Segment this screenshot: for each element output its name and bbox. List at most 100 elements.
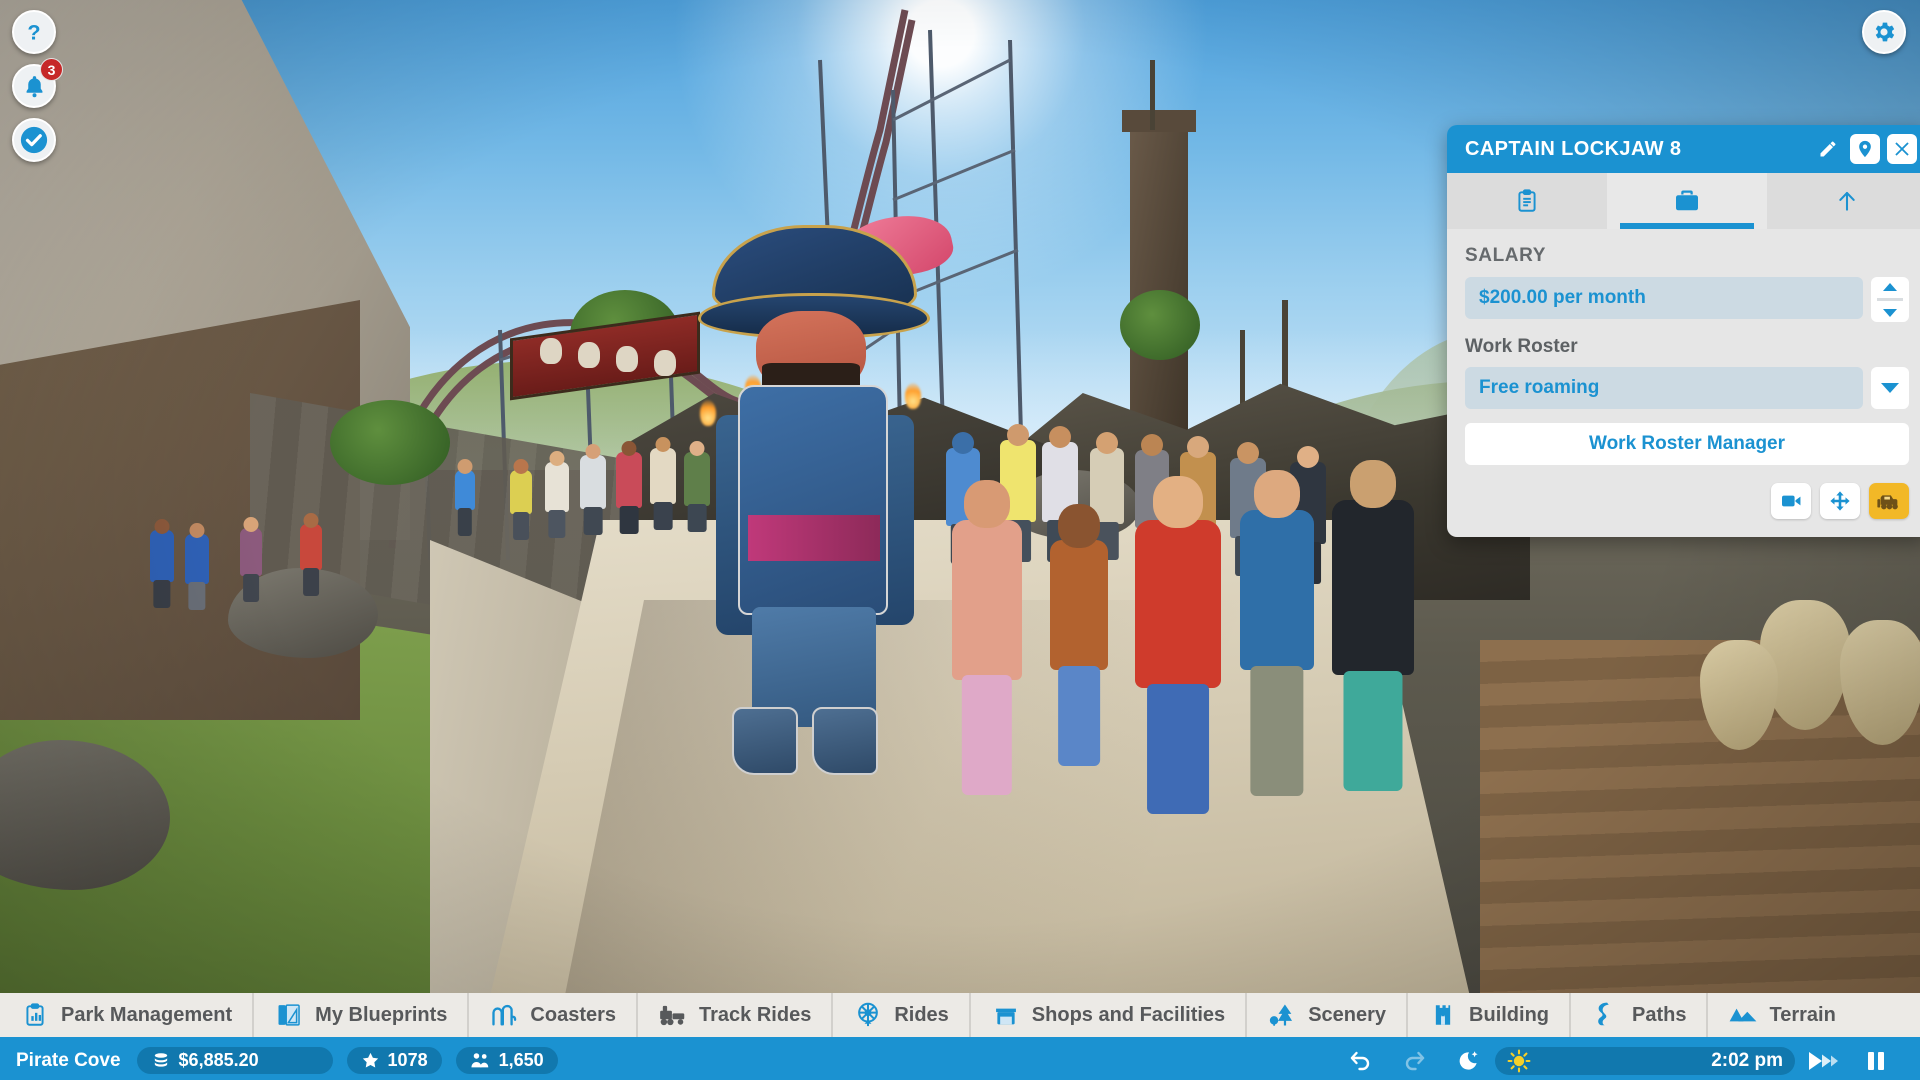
- shop-icon: [991, 1000, 1021, 1030]
- question-icon: ?: [27, 20, 40, 45]
- tool-label: Rides: [894, 1003, 949, 1026]
- tool-label: Terrain: [1769, 1003, 1836, 1026]
- guest[interactable]: [580, 444, 606, 535]
- ferris-wheel-icon: [853, 1000, 883, 1030]
- park-rating-indicator[interactable]: 1078: [346, 1047, 442, 1074]
- guest[interactable]: [300, 513, 322, 596]
- tool-label: Scenery: [1308, 1003, 1387, 1026]
- train-icon: [658, 1000, 688, 1030]
- guest[interactable]: [1332, 460, 1414, 791]
- tool-label: Track Rides: [699, 1003, 812, 1026]
- skull-decoration: [578, 342, 600, 368]
- undo-button[interactable]: [1340, 1046, 1380, 1076]
- settings-button[interactable]: [1862, 10, 1906, 54]
- pause-icon: [1868, 1051, 1884, 1070]
- follow-camera-button[interactable]: [1771, 483, 1811, 519]
- tool-shops-and-facilities[interactable]: Shops and Facilities: [971, 993, 1248, 1037]
- guest[interactable]: [1050, 504, 1108, 766]
- pirate-torso: [738, 385, 888, 615]
- tool-label: Building: [1469, 1003, 1550, 1026]
- salary-value[interactable]: $200.00 per month: [1465, 277, 1863, 319]
- locate-staff-button[interactable]: [1850, 134, 1880, 164]
- panel-title: CAPTAIN LOCKJAW 8: [1465, 137, 1682, 160]
- tool-my-blueprints[interactable]: My Blueprints: [254, 993, 470, 1037]
- guest[interactable]: [1135, 476, 1221, 814]
- location-pin-icon: [1859, 140, 1871, 158]
- fast-forward-icon: [1809, 1051, 1838, 1070]
- day-night-icon: [1459, 1050, 1478, 1070]
- guest[interactable]: [455, 459, 475, 536]
- day-night-toggle-button[interactable]: [1448, 1046, 1488, 1076]
- staff-member-captain-lockjaw[interactable]: [690, 206, 958, 775]
- fire-staff-button[interactable]: [1869, 483, 1909, 519]
- tool-label: My Blueprints: [315, 1003, 448, 1026]
- chevron-up-icon: [1883, 282, 1897, 291]
- tool-park-management[interactable]: Park Management: [0, 993, 255, 1037]
- panel-tabs[interactable]: [1447, 173, 1920, 229]
- gear-icon: [1875, 22, 1895, 42]
- tab-info[interactable]: [1447, 173, 1607, 229]
- salary-row: $200.00 per month: [1465, 277, 1909, 322]
- close-panel-button[interactable]: [1887, 134, 1917, 164]
- help-button[interactable]: ?: [12, 10, 56, 54]
- guest[interactable]: [545, 451, 569, 538]
- bottom-toolbar[interactable]: Park Management My Blueprints Coasters T…: [0, 993, 1920, 1041]
- hud-top-left: ? 3: [12, 10, 63, 172]
- tool-label: Park Management: [61, 1003, 233, 1026]
- skull-decoration: [540, 338, 562, 364]
- tab-job[interactable]: [1607, 173, 1767, 229]
- tool-paths[interactable]: Paths: [1571, 993, 1709, 1037]
- salary-increase-button[interactable]: [1871, 277, 1909, 296]
- panel-header: CAPTAIN LOCKJAW 8: [1447, 125, 1920, 173]
- redo-button[interactable]: [1394, 1046, 1434, 1076]
- tool-building[interactable]: Building: [1408, 993, 1572, 1037]
- tab-training[interactable]: [1767, 173, 1920, 229]
- salary-decrease-button[interactable]: [1871, 303, 1909, 322]
- pirate-boot-left: [732, 707, 798, 775]
- work-roster-dropdown-button[interactable]: [1871, 367, 1909, 409]
- park-rating-value: 1078: [387, 1050, 428, 1070]
- tool-terrain[interactable]: Terrain: [1708, 993, 1855, 1037]
- tool-scenery[interactable]: Scenery: [1247, 993, 1409, 1037]
- skull-decoration: [654, 350, 676, 376]
- guest[interactable]: [650, 437, 676, 530]
- guest-count-indicator[interactable]: 1,650: [455, 1047, 558, 1074]
- guest[interactable]: [150, 519, 174, 608]
- objectives-button[interactable]: [12, 118, 56, 162]
- briefcase-icon: [1676, 190, 1698, 211]
- work-roster-select[interactable]: Free roaming: [1465, 367, 1863, 409]
- stepper-divider: [1876, 298, 1904, 301]
- blueprint-icon: [274, 1000, 304, 1030]
- guest[interactable]: [185, 523, 209, 610]
- chevron-down-icon: [1881, 383, 1899, 393]
- fast-forward-button[interactable]: [1802, 1046, 1842, 1076]
- notifications-button[interactable]: 3: [12, 58, 63, 108]
- guest[interactable]: [616, 441, 642, 534]
- check-badge-icon: [20, 126, 48, 154]
- tool-rides[interactable]: Rides: [833, 993, 971, 1037]
- salary-stepper[interactable]: [1871, 277, 1909, 322]
- move-staff-button[interactable]: [1820, 483, 1860, 519]
- guest[interactable]: [1240, 470, 1314, 796]
- pause-button[interactable]: [1856, 1046, 1896, 1076]
- rename-staff-button[interactable]: [1813, 134, 1843, 164]
- work-roster-manager-button[interactable]: Work Roster Manager: [1465, 423, 1909, 465]
- guest[interactable]: [240, 517, 262, 602]
- people-icon: [471, 1053, 488, 1068]
- castle-icon: [1428, 1000, 1458, 1030]
- staff-info-panel[interactable]: CAPTAIN LOCKJAW 8 SALARY $200.00 per mon…: [1447, 125, 1920, 537]
- guest[interactable]: [952, 480, 1022, 795]
- money-indicator[interactable]: $6,885.20: [136, 1047, 333, 1074]
- salary-label: SALARY: [1465, 245, 1547, 266]
- redo-icon: [1405, 1051, 1424, 1070]
- tool-track-rides[interactable]: Track Rides: [638, 993, 834, 1037]
- guest[interactable]: [510, 459, 532, 540]
- tool-coasters[interactable]: Coasters: [469, 993, 639, 1037]
- game-time: 2:02 pm: [1711, 1049, 1783, 1071]
- skull-decoration: [616, 346, 638, 372]
- time-control[interactable]: 2:02 pm: [1495, 1046, 1795, 1075]
- pirate-boot-right: [812, 707, 878, 775]
- undo-icon: [1350, 1051, 1369, 1070]
- tool-label: Shops and Facilities: [1031, 1003, 1226, 1026]
- status-bar[interactable]: Pirate Cove $6,885.20 1078 1,650 2:02 pm: [0, 1041, 1920, 1080]
